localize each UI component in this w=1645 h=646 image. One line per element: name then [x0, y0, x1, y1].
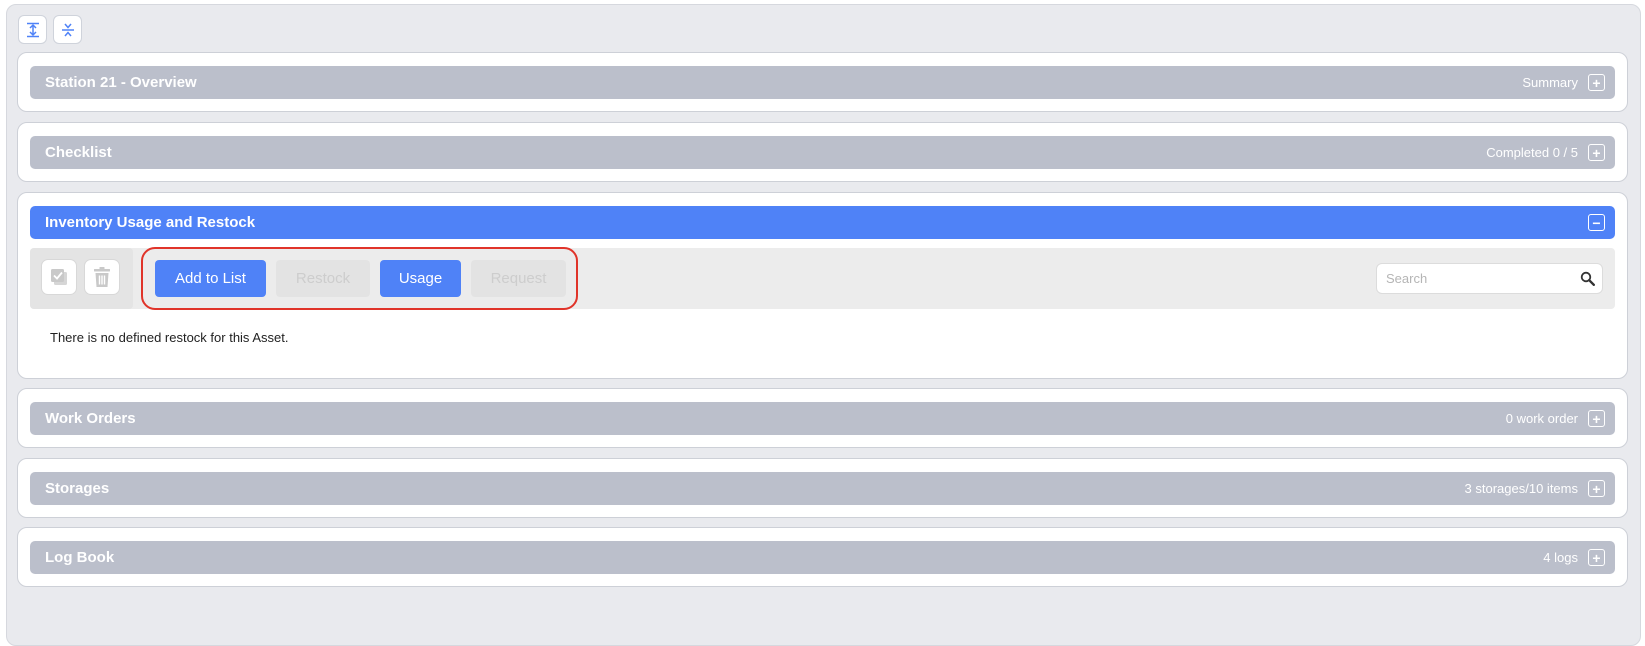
empty-state-message: There is no defined restock for this Ass… — [50, 330, 289, 345]
section-meta-group: Summary + — [1522, 74, 1605, 91]
request-button[interactable]: Request — [471, 260, 566, 297]
storage-count-label: 3 storages/10 items — [1464, 481, 1578, 496]
log-book-section: Log Book 4 logs + — [17, 527, 1628, 587]
inventory-section: Inventory Usage and Restock − Add to Lis… — [17, 192, 1628, 379]
plus-icon[interactable]: + — [1588, 549, 1605, 566]
plus-icon[interactable]: + — [1588, 410, 1605, 427]
collapse-all-button[interactable] — [53, 15, 82, 44]
select-all-icon — [51, 269, 67, 285]
expand-collapse-toolbar — [18, 15, 82, 44]
inventory-section-header[interactable]: Inventory Usage and Restock − — [30, 206, 1615, 239]
delete-button[interactable] — [84, 259, 120, 295]
trash-icon — [94, 267, 110, 287]
work-orders-section-header[interactable]: Work Orders 0 work order + — [30, 402, 1615, 435]
expand-all-icon — [26, 22, 39, 37]
plus-icon[interactable]: + — [1588, 144, 1605, 161]
search-icon[interactable] — [1572, 271, 1602, 286]
storages-section: Storages 3 storages/10 items + — [17, 458, 1628, 518]
overview-section: Station 21 - Overview Summary + — [17, 52, 1628, 112]
section-title: Checklist — [45, 144, 112, 161]
asset-detail-page: Station 21 - Overview Summary + Checklis… — [6, 4, 1641, 646]
bulk-actions-group — [30, 248, 133, 309]
section-meta-group: Completed 0 / 5 + — [1486, 144, 1605, 161]
checklist-section: Checklist Completed 0 / 5 + — [17, 122, 1628, 182]
section-title: Inventory Usage and Restock — [45, 214, 256, 231]
select-all-button[interactable] — [41, 259, 77, 295]
overview-section-header[interactable]: Station 21 - Overview Summary + — [30, 66, 1615, 99]
plus-icon[interactable]: + — [1588, 480, 1605, 497]
checklist-section-header[interactable]: Checklist Completed 0 / 5 + — [30, 136, 1615, 169]
inventory-toolbar: Add to List Restock Usage Request — [30, 247, 1615, 310]
log-book-section-header[interactable]: Log Book 4 logs + — [30, 541, 1615, 574]
work-order-count-label: 0 work order — [1505, 411, 1578, 426]
plus-icon[interactable]: + — [1588, 74, 1605, 91]
expand-all-button[interactable] — [18, 15, 47, 44]
section-meta-group: 4 logs + — [1543, 549, 1605, 566]
search-box — [1376, 263, 1603, 294]
section-title: Work Orders — [45, 410, 136, 427]
storages-section-header[interactable]: Storages 3 storages/10 items + — [30, 472, 1615, 505]
usage-button[interactable]: Usage — [380, 260, 461, 297]
collapse-all-icon — [61, 23, 74, 36]
section-title: Storages — [45, 480, 110, 497]
checklist-progress-label: Completed 0 / 5 — [1486, 145, 1578, 160]
add-to-list-button[interactable]: Add to List — [155, 260, 266, 297]
restock-button[interactable]: Restock — [276, 260, 370, 297]
section-title: Station 21 - Overview — [45, 74, 197, 91]
minus-icon[interactable]: − — [1588, 214, 1605, 231]
search-input[interactable] — [1377, 263, 1572, 294]
section-summary-label: Summary — [1522, 75, 1578, 90]
section-meta-group: − — [1588, 214, 1605, 231]
section-title: Log Book — [45, 549, 115, 566]
section-meta-group: 0 work order + — [1506, 410, 1605, 427]
work-orders-section: Work Orders 0 work order + — [17, 388, 1628, 448]
log-count-label: 4 logs — [1543, 550, 1578, 565]
section-meta-group: 3 storages/10 items + — [1465, 480, 1605, 497]
